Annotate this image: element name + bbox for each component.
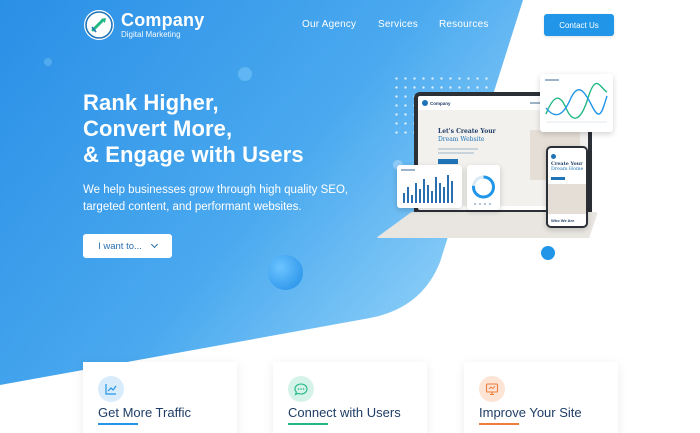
donut-chart-card	[467, 165, 500, 210]
feature-card-improve[interactable]: Improve Your Site	[464, 362, 618, 433]
dropdown-label: I want to...	[98, 240, 142, 252]
mockup-headline-accent: Dream Website	[438, 136, 485, 143]
monitor-icon	[479, 376, 505, 402]
contact-us-button[interactable]: Contact Us	[544, 14, 614, 36]
feature-title: Connect with Users	[288, 405, 401, 420]
decor-bubble	[238, 67, 252, 81]
phone-footer-text: Who We Are	[551, 218, 575, 223]
mockup-headline: Let's Create Your Dream Website	[438, 128, 496, 144]
donut-chart-illustration	[472, 175, 495, 205]
feature-underline	[479, 423, 519, 425]
brand-name: Company	[121, 10, 205, 30]
feature-card-connect[interactable]: Connect with Users	[273, 362, 427, 433]
nav-item-our-agency[interactable]: Our Agency	[302, 19, 356, 30]
bar-chart-illustration	[401, 169, 453, 203]
mini-logo-icon	[422, 100, 428, 106]
decor-bubble	[268, 255, 303, 290]
top-navigation: Company Digital Marketing Our Agency Ser…	[0, 0, 700, 50]
brand-logo[interactable]: Company Digital Marketing	[84, 10, 204, 40]
feature-card-traffic[interactable]: Get More Traffic	[83, 362, 237, 433]
feature-title: Improve Your Site	[479, 405, 582, 420]
chevron-down-icon	[150, 240, 158, 249]
chat-icon	[288, 376, 314, 402]
decor-bubble	[541, 246, 555, 260]
line-chart-illustration	[545, 79, 608, 123]
line-chart-card	[540, 74, 613, 132]
headline-line: Convert More,	[83, 116, 233, 141]
phone-mockup: Create Your Dream Home Who We Are	[546, 146, 588, 228]
feature-underline	[288, 423, 328, 425]
logo-rocket-icon	[84, 10, 114, 40]
hero-headline: Rank Higher, Convert More, & Engage with…	[83, 90, 304, 168]
nav-item-services[interactable]: Services	[378, 19, 418, 30]
feature-title: Get More Traffic	[98, 405, 191, 420]
feature-underline	[98, 423, 138, 425]
headline-line: & Engage with Users	[83, 142, 304, 167]
mockup-headline-line: Let's Create Your	[438, 128, 496, 135]
headline-line: Rank Higher,	[83, 90, 219, 115]
chart-icon	[98, 376, 124, 402]
decor-bubble	[44, 58, 52, 66]
phone-headline-accent: Dream Home	[551, 167, 584, 172]
nav-item-resources[interactable]: Resources	[439, 19, 489, 30]
hero-subtext: We help businesses grow through high qua…	[83, 184, 349, 213]
brand-tagline: Digital Marketing	[121, 30, 181, 39]
bar-chart-card	[397, 165, 462, 208]
i-want-to-dropdown[interactable]: I want to...	[83, 234, 172, 258]
mockup-site-name: Company	[430, 100, 451, 106]
